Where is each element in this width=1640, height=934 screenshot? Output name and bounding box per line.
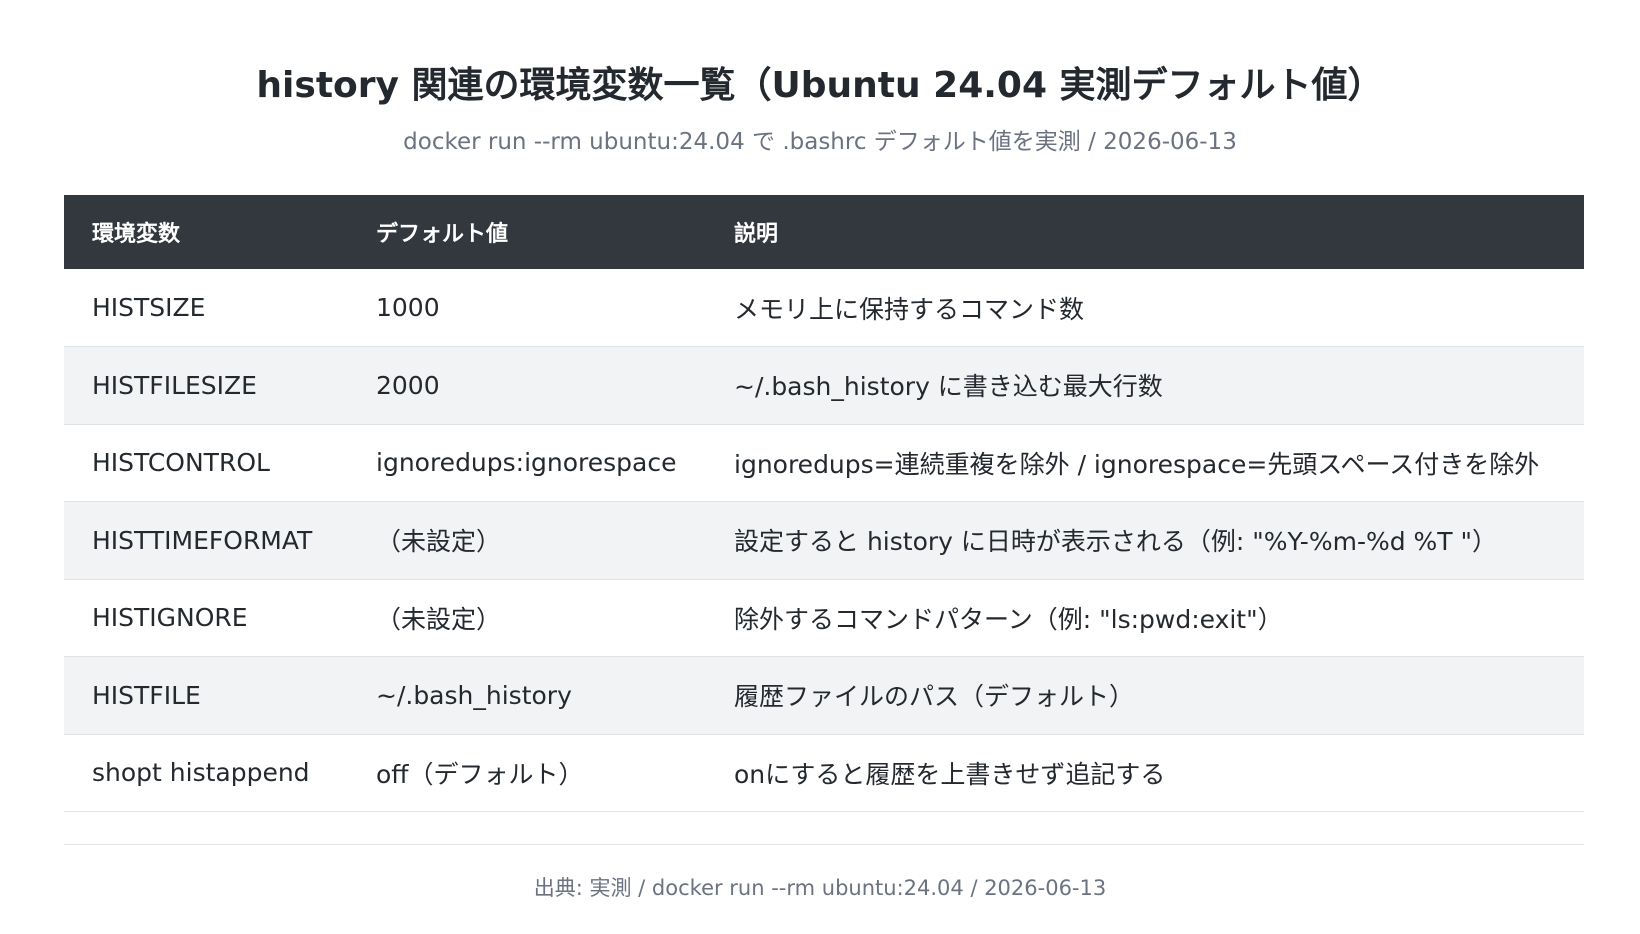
footer-divider: [64, 844, 1584, 845]
table-row: HISTSIZE 1000 メモリ上に保持するコマンド数: [64, 269, 1584, 347]
table-header-row: 環境変数 デフォルト値 説明: [64, 195, 1584, 269]
table-row: HISTFILE ~/.bash_history 履歴ファイルのパス（デフォルト…: [64, 656, 1584, 735]
cell-env-var: HISTIGNORE: [64, 579, 348, 657]
cell-default-value: 1000: [348, 269, 706, 347]
cell-env-var: HISTTIMEFORMAT: [64, 501, 348, 580]
cell-description: 除外するコマンドパターン（例: "ls:pwd:exit"）: [706, 579, 1584, 657]
table-row: HISTCONTROL ignoredups:ignorespace ignor…: [64, 424, 1584, 502]
table-row: HISTTIMEFORMAT （未設定） 設定すると history に日時が表…: [64, 501, 1584, 580]
cell-default-value: （未設定）: [348, 501, 706, 580]
cell-description: 設定すると history に日時が表示される（例: "%Y-%m-%d %T …: [706, 501, 1584, 580]
source-footer: 出典: 実測 / docker run --rm ubuntu:24.04 / …: [533, 876, 1107, 900]
cell-env-var: HISTFILESIZE: [64, 346, 348, 425]
cell-default-value: （未設定）: [348, 579, 706, 657]
cell-description: onにすると履歴を上書きせず追記する: [706, 734, 1584, 812]
header-default-value: デフォルト値: [348, 195, 706, 269]
cell-description: 履歴ファイルのパス（デフォルト）: [706, 656, 1584, 735]
cell-env-var: HISTCONTROL: [64, 424, 348, 502]
page: history 関連の環境変数一覧（Ubuntu 24.04 実測デフォルト値）…: [0, 0, 1640, 934]
page-subtitle: docker run --rm ubuntu:24.04 で .bashrc デ…: [403, 129, 1237, 155]
page-title: history 関連の環境変数一覧（Ubuntu 24.04 実測デフォルト値）: [256, 65, 1384, 106]
cell-description: メモリ上に保持するコマンド数: [706, 269, 1584, 347]
cell-default-value: ignoredups:ignorespace: [348, 424, 706, 502]
cell-default-value: 2000: [348, 346, 706, 425]
cell-description: ignoredups=連続重複を除外 / ignorespace=先頭スペース付…: [706, 424, 1584, 502]
cell-default-value: ~/.bash_history: [348, 656, 706, 735]
table-row: shopt histappend off（デフォルト） onにすると履歴を上書き…: [64, 734, 1584, 812]
table-row: HISTFILESIZE 2000 ~/.bash_history に書き込む最…: [64, 346, 1584, 425]
cell-env-var: shopt histappend: [64, 734, 348, 812]
cell-env-var: HISTSIZE: [64, 269, 348, 347]
cell-description: ~/.bash_history に書き込む最大行数: [706, 346, 1584, 425]
table-row: HISTIGNORE （未設定） 除外するコマンドパターン（例: "ls:pwd…: [64, 579, 1584, 657]
header-description: 説明: [706, 195, 1584, 269]
env-var-table: 環境変数 デフォルト値 説明 HISTSIZE 1000 メモリ上に保持するコマ…: [64, 195, 1584, 812]
cell-default-value: off（デフォルト）: [348, 734, 706, 812]
cell-env-var: HISTFILE: [64, 656, 348, 735]
header-env-var: 環境変数: [64, 195, 348, 269]
